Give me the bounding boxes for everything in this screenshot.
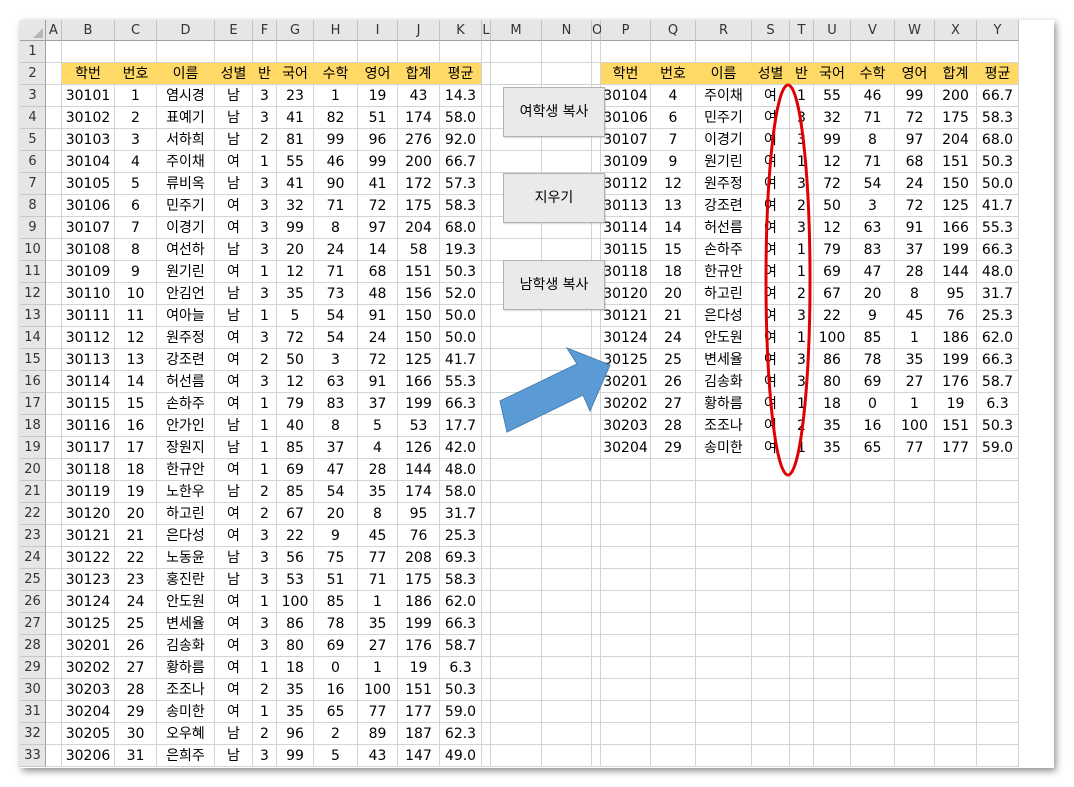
- spreadsheet-window: A B C D E F G H I J K L M N O P Q R S T U V W X Y 1 2 3 4 5 6 7 8 9 10 11 12…: [20, 20, 1054, 768]
- arrow-right-icon: [499, 346, 611, 433]
- highlight-ellipse: [764, 83, 812, 477]
